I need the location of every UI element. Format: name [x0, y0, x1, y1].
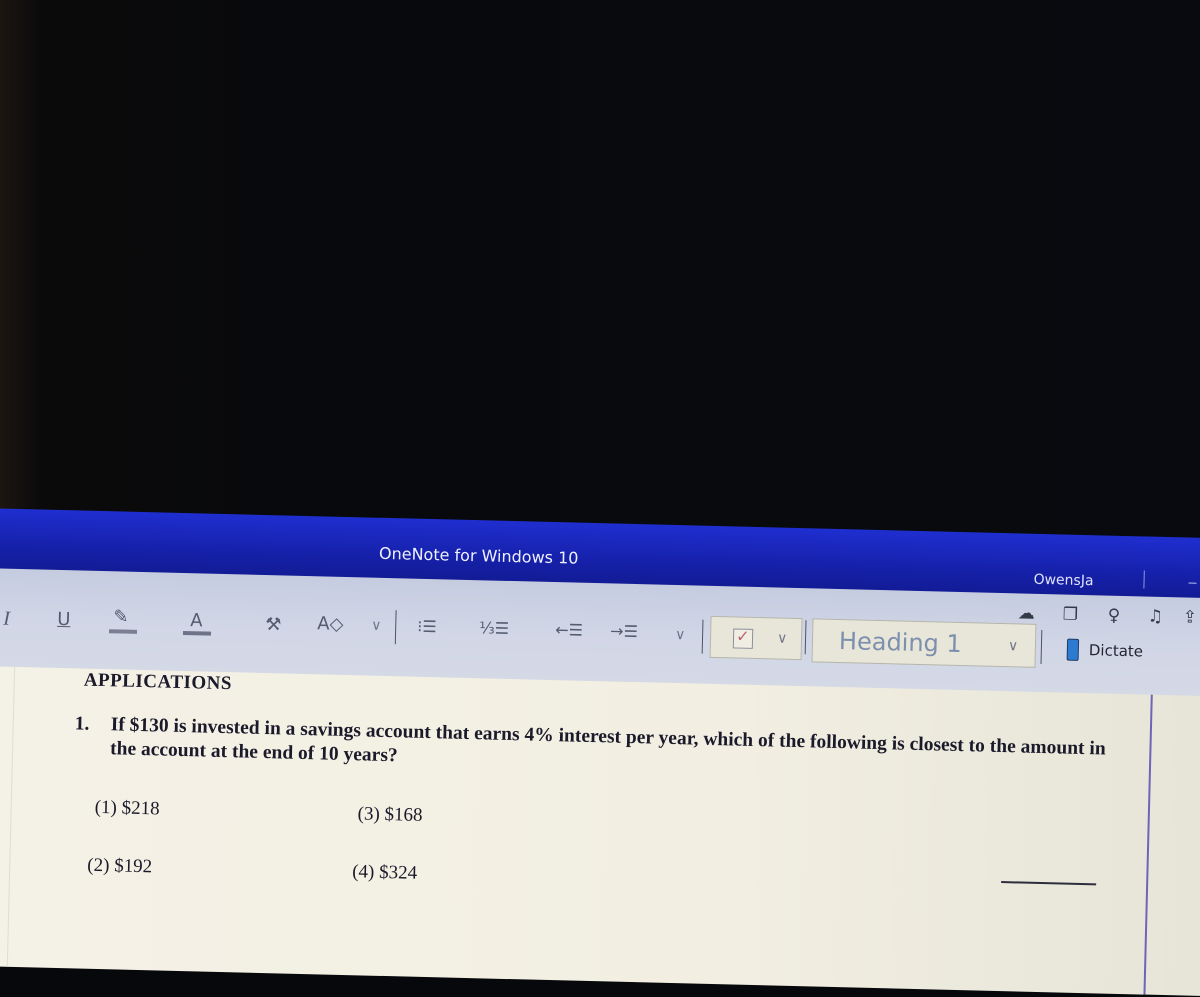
- minimize-button[interactable]: [1188, 582, 1197, 584]
- microphone-icon: [1066, 638, 1080, 661]
- underline-icon[interactable]: U: [57, 609, 71, 630]
- lightbulb-icon[interactable]: ♀: [1107, 606, 1120, 626]
- onenote-window: OneNote for Windows 10 OwensJa ☁ ❐ ♀ ♫ ⇪…: [0, 508, 1200, 997]
- choice-1: (1) $218: [94, 796, 160, 820]
- chevron-down-icon[interactable]: ∨: [1008, 638, 1019, 654]
- question-1: 1. If $130 is invested in a savings acco…: [74, 712, 1115, 766]
- share-icon[interactable]: ⇪: [1182, 607, 1197, 627]
- todo-checkbox-icon: ✓: [732, 627, 754, 649]
- app-title: OneNote for Windows 10: [378, 543, 579, 568]
- italic-icon[interactable]: I: [3, 608, 10, 630]
- question-text: If $130 is invested in a savings account…: [109, 714, 1106, 767]
- outdent-icon[interactable]: ←☰: [555, 620, 583, 641]
- bullets-icon[interactable]: ⁝☰: [417, 617, 437, 637]
- style-dropdown[interactable]: Heading 1 ∨: [811, 618, 1037, 668]
- note-page[interactable]: APPLICATIONS 1. If $130 is invested in a…: [0, 665, 1200, 997]
- sync-cloud-icon[interactable]: ☁: [1017, 603, 1034, 623]
- format-painter-icon[interactable]: ⚒: [265, 614, 282, 635]
- page-margin: [6, 666, 16, 967]
- chevron-down-icon[interactable]: ∨: [371, 618, 382, 634]
- numbering-icon[interactable]: ⅓☰: [479, 618, 509, 639]
- chevron-down-icon[interactable]: ∨: [675, 627, 686, 643]
- section-heading: APPLICATIONS: [83, 669, 233, 695]
- user-account[interactable]: OwensJa: [1033, 572, 1093, 589]
- font-color-bar: [182, 630, 212, 636]
- style-selected: Heading 1: [838, 627, 963, 659]
- choice-4: (4) $324: [351, 861, 418, 884]
- tag-dropdown[interactable]: ✓ ∨: [709, 615, 803, 661]
- highlight-icon[interactable]: ✎: [113, 606, 129, 627]
- highlight-color-bar: [108, 629, 138, 634]
- page-copy-icon[interactable]: ❐: [1062, 604, 1078, 624]
- chevron-down-icon[interactable]: ∨: [777, 631, 788, 647]
- dark-background: [0, 0, 1200, 560]
- title-separator: [1143, 570, 1145, 589]
- dictate-label: Dictate: [1088, 641, 1144, 661]
- ribbon-separator: [701, 619, 704, 654]
- ribbon-separator: [804, 620, 807, 655]
- clear-formatting-icon[interactable]: A◇: [317, 613, 344, 635]
- font-color-icon[interactable]: A: [190, 610, 203, 631]
- ribbon-separator: [1040, 629, 1043, 664]
- answer-blank: [1001, 881, 1097, 886]
- bell-icon[interactable]: ♫: [1147, 607, 1163, 627]
- question-number: 1.: [74, 713, 90, 735]
- choice-2: (2) $192: [87, 854, 153, 878]
- page-right-border: [1143, 694, 1153, 995]
- choice-3: (3) $168: [357, 803, 423, 826]
- ribbon-separator: [394, 610, 397, 645]
- indent-icon[interactable]: →☰: [610, 621, 638, 642]
